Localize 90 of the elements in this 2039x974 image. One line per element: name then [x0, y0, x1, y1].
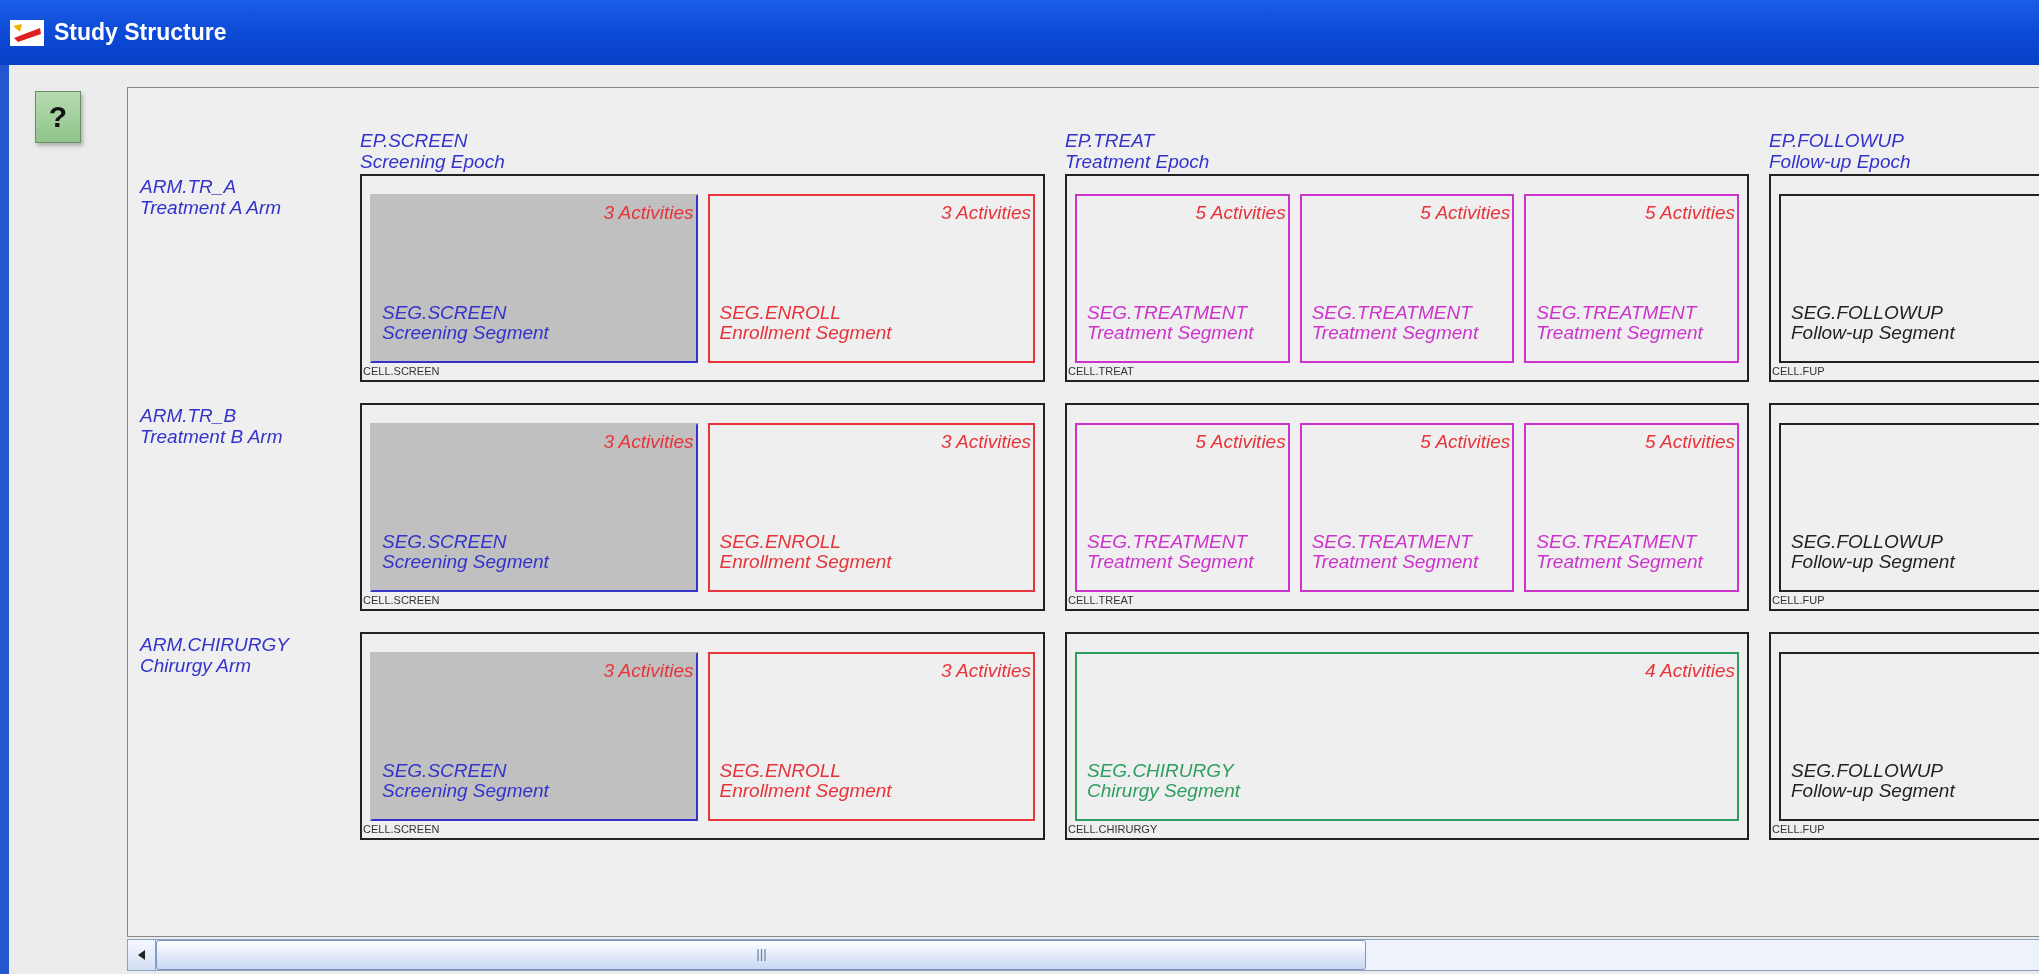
activity-count: 5 Activities — [1420, 202, 1511, 224]
segment-code: SEG.TREATMENT — [1536, 303, 1697, 323]
segment-code: SEG.CHIRURGY — [1087, 761, 1234, 781]
segment-name: Enrollment Segment — [719, 323, 892, 343]
segment-box[interactable]: 3 Activities SEG.SCREEN Screening Segment — [370, 423, 698, 592]
segment-box[interactable]: 3 Activities SEG.ENROLL Enrollment Segment — [707, 194, 1035, 363]
epoch-name: Screening Epoch — [360, 151, 505, 172]
activity-count: 5 Activities — [1195, 202, 1286, 224]
segment-box[interactable]: 5 Activities SEG.TREATMENT Treatment Segment — [1075, 194, 1290, 363]
cell-label: CELL.SCREEN — [363, 364, 440, 379]
grip-icon — [756, 949, 766, 961]
segment-name: Treatment Segment — [1536, 323, 1703, 343]
help-button[interactable]: ? — [35, 91, 81, 143]
segment-name: Enrollment Segment — [719, 781, 892, 801]
segment-box[interactable]: SEG.FOLLOWUP Follow-up Segment — [1779, 652, 2039, 821]
horizontal-scrollbar[interactable] — [127, 939, 2039, 971]
segment-name: Treatment Segment — [1536, 552, 1703, 572]
epoch-code: EP.TREAT — [1065, 130, 1155, 151]
segment-code: SEG.TREATMENT — [1087, 532, 1248, 552]
segment-code: SEG.TREATMENT — [1311, 303, 1472, 323]
cell-label: CELL.SCREEN — [363, 593, 440, 608]
segment-box[interactable]: 5 Activities SEG.TREATMENT Treatment Segment — [1299, 194, 1515, 363]
segment-code: SEG.TREATMENT — [1087, 303, 1248, 323]
activity-count: 3 Activities — [603, 431, 694, 453]
epoch-code: EP.SCREEN — [360, 130, 468, 151]
segment-code: SEG.ENROLL — [719, 532, 841, 552]
segment-name: Follow-up Segment — [1791, 323, 1955, 343]
segment-box[interactable]: 3 Activities SEG.ENROLL Enrollment Segment — [707, 423, 1035, 592]
segment-name: Screening Segment — [382, 323, 549, 343]
arm-name: Treatment A Arm — [140, 197, 282, 218]
segment-code: SEG.FOLLOWUP — [1791, 532, 1944, 552]
cell-label: CELL.CHIRURGY — [1068, 822, 1158, 837]
activity-count: 3 Activities — [940, 660, 1031, 682]
cell-label: CELL.FUP — [1772, 822, 1825, 837]
segment-box[interactable]: 5 Activities SEG.TREATMENT Treatment Segment — [1075, 423, 1290, 592]
segment-box[interactable]: 5 Activities SEG.TREATMENT Treatment Segment — [1524, 423, 1739, 592]
arm-name: Treatment B Arm — [140, 426, 283, 447]
epoch-code: EP.FOLLOWUP — [1769, 130, 1904, 151]
cell-label: CELL.TREAT — [1068, 364, 1134, 379]
cell-label: CELL.SCREEN — [363, 822, 440, 837]
segment-box[interactable]: 4 Activities SEG.CHIRURGY Chirurgy Segment — [1075, 652, 1739, 821]
activity-count: 3 Activities — [603, 202, 694, 224]
segment-code: SEG.TREATMENT — [1311, 532, 1472, 552]
segment-box[interactable]: SEG.FOLLOWUP Follow-up Segment — [1779, 423, 2039, 592]
activity-count: 5 Activities — [1644, 202, 1735, 224]
segment-code: SEG.ENROLL — [719, 761, 841, 781]
segment-box[interactable]: 3 Activities SEG.ENROLL Enrollment Segment — [707, 652, 1035, 821]
segment-box[interactable]: 3 Activities SEG.SCREEN Screening Segment — [370, 652, 698, 821]
segment-name: Treatment Segment — [1087, 552, 1254, 572]
window-title: Study Structure — [54, 19, 227, 46]
segment-code: SEG.SCREEN — [382, 532, 507, 552]
segment-code: SEG.FOLLOWUP — [1791, 303, 1944, 323]
segment-code: SEG.SCREEN — [382, 303, 507, 323]
arm-code: ARM.CHIRURGY — [140, 634, 289, 655]
segment-name: Screening Segment — [382, 781, 549, 801]
segment-name: Chirurgy Segment — [1087, 781, 1241, 801]
segment-box[interactable]: 5 Activities SEG.TREATMENT Treatment Segment — [1299, 423, 1515, 592]
epoch-name: Treatment Epoch — [1065, 151, 1210, 172]
arm-name: Chirurgy Arm — [140, 655, 252, 676]
segment-name: Follow-up Segment — [1791, 781, 1955, 801]
activity-count: 3 Activities — [940, 202, 1031, 224]
activity-count: 5 Activities — [1195, 431, 1286, 453]
scroll-thumb[interactable] — [156, 940, 1366, 970]
left-arrow-icon — [137, 950, 146, 960]
segment-name: Treatment Segment — [1311, 323, 1479, 343]
activity-count: 3 Activities — [940, 431, 1031, 453]
activity-count: 4 Activities — [1644, 660, 1735, 682]
segment-code: SEG.ENROLL — [719, 303, 841, 323]
cell-label: CELL.FUP — [1772, 593, 1825, 608]
arm-code: ARM.TR_A — [140, 176, 237, 197]
activity-count: 5 Activities — [1644, 431, 1735, 453]
segment-box[interactable]: 5 Activities SEG.TREATMENT Treatment Segment — [1524, 194, 1739, 363]
cell-label: CELL.FUP — [1772, 364, 1825, 379]
segment-box[interactable]: SEG.FOLLOWUP Follow-up Segment — [1779, 194, 2039, 363]
activity-count: 3 Activities — [603, 660, 694, 682]
segment-code: SEG.SCREEN — [382, 761, 507, 781]
segment-name: Treatment Segment — [1087, 323, 1254, 343]
app-icon — [10, 19, 44, 46]
segment-name: Screening Segment — [382, 552, 549, 572]
segment-code: SEG.FOLLOWUP — [1791, 761, 1944, 781]
segment-box[interactable]: 3 Activities SEG.SCREEN Screening Segment — [370, 194, 698, 363]
segment-name: Follow-up Segment — [1791, 552, 1955, 572]
activity-count: 5 Activities — [1420, 431, 1511, 453]
cell-label: CELL.TREAT — [1068, 593, 1134, 608]
segment-code: SEG.TREATMENT — [1536, 532, 1697, 552]
scroll-left-button[interactable] — [128, 940, 156, 970]
epoch-name: Follow-up Epoch — [1769, 151, 1911, 172]
arm-code: ARM.TR_B — [140, 405, 237, 426]
segment-name: Treatment Segment — [1311, 552, 1479, 572]
segment-name: Enrollment Segment — [719, 552, 892, 572]
